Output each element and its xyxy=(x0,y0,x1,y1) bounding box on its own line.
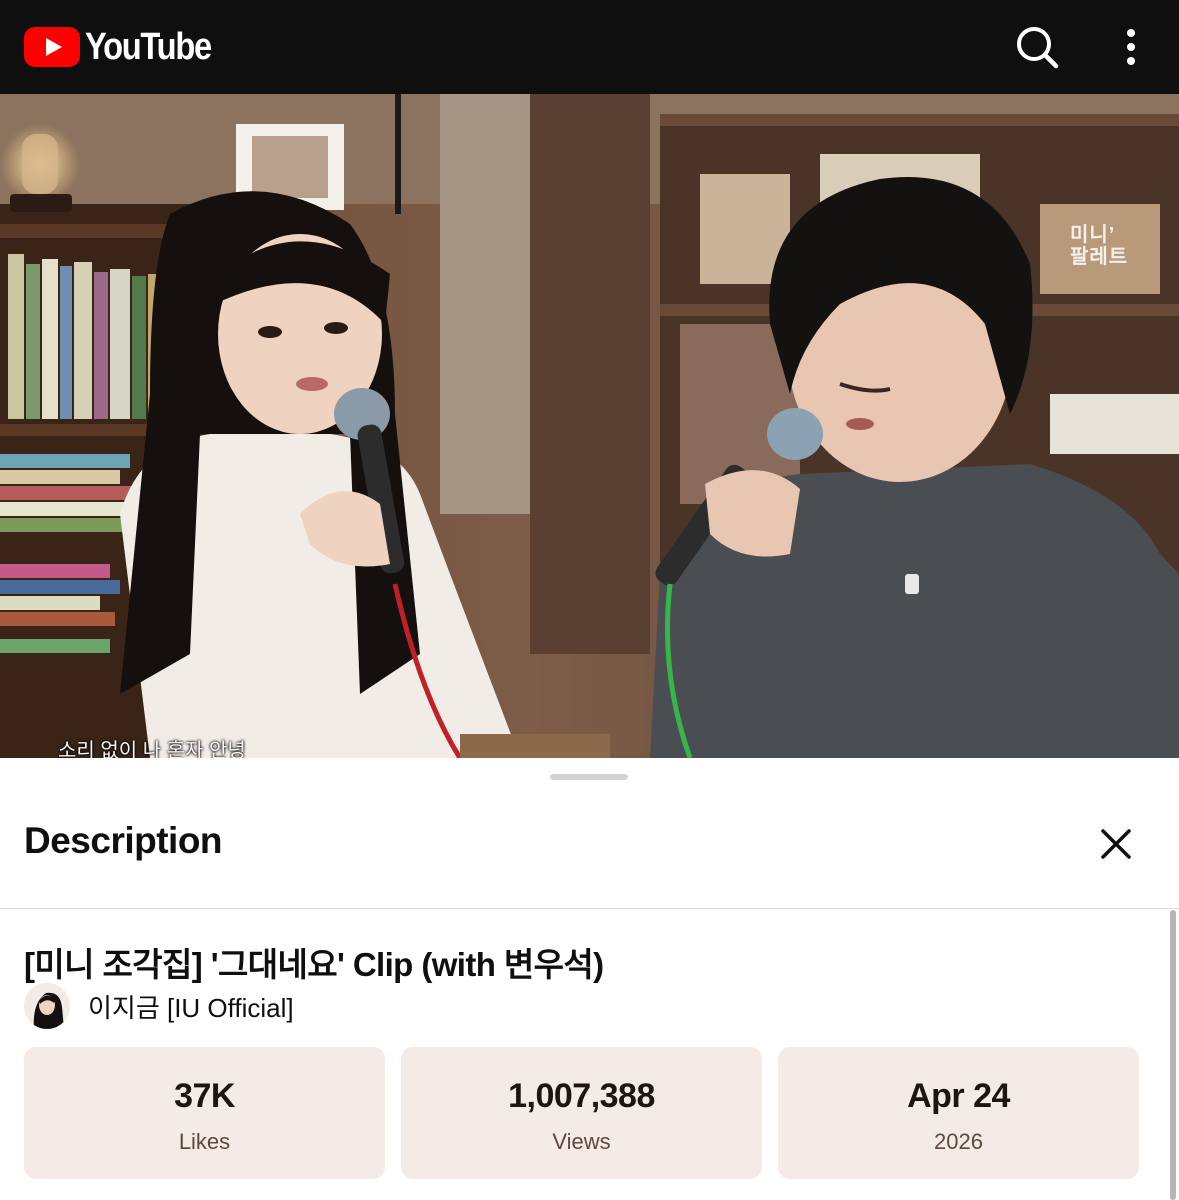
more-options-button[interactable] xyxy=(1108,24,1154,70)
close-icon xyxy=(1101,829,1131,859)
more-vert-icon xyxy=(1127,29,1135,65)
youtube-logo[interactable]: YouTube xyxy=(24,26,231,68)
scrollbar[interactable] xyxy=(1170,910,1176,1200)
views-label: Views xyxy=(552,1129,611,1154)
sheet-title: Description xyxy=(24,820,223,861)
channel-name[interactable]: 이지금 [IU Official] xyxy=(88,988,294,1025)
sheet-drag-handle[interactable] xyxy=(550,774,628,780)
likes-value: 37K xyxy=(174,1077,235,1115)
top-app-bar: YouTube xyxy=(0,0,1179,94)
logo-text: YouTube xyxy=(85,25,212,68)
watermark-line-1: 미니’ xyxy=(1070,224,1116,246)
video-title: [미니 조각집] '그대네요' Clip (with 변우석) xyxy=(24,946,604,983)
views-value: 1,007,388 xyxy=(508,1077,655,1115)
watermark-line-2: 팔레트 xyxy=(1070,246,1129,268)
year-label: 2026 xyxy=(934,1129,983,1154)
search-icon xyxy=(1017,27,1059,69)
likes-label: Likes xyxy=(178,1129,231,1154)
description-sheet: Description [미니 조각집] '그대네요' Clip (with 변… xyxy=(0,758,1179,1200)
youtube-screen: YouTube 소리 없이 나 혼자 안녕 미니’ 팔레트 Descriptio… xyxy=(0,0,1179,1200)
video-frame-image xyxy=(0,94,1179,758)
youtube-play-icon xyxy=(24,27,80,67)
video-subtitle: 소리 없이 나 혼자 안녕 xyxy=(58,740,246,758)
search-button[interactable] xyxy=(1014,24,1060,70)
avatar-image xyxy=(24,983,70,1029)
video-player[interactable]: 소리 없이 나 혼자 안녕 미니’ 팔레트 xyxy=(0,94,1179,758)
close-button[interactable] xyxy=(1096,824,1136,864)
channel-row[interactable]: 이지금 [IU Official] xyxy=(24,982,294,1030)
channel-watermark: 미니’ 팔레트 xyxy=(1070,224,1128,268)
likes-stat: 37K Likes xyxy=(24,1047,385,1179)
date-value: Apr 24 xyxy=(907,1077,1010,1115)
sheet-divider xyxy=(0,908,1179,909)
channel-avatar[interactable] xyxy=(24,983,70,1029)
date-stat: Apr 24 2026 xyxy=(778,1047,1139,1179)
views-stat: 1,007,388 Views xyxy=(401,1047,762,1179)
